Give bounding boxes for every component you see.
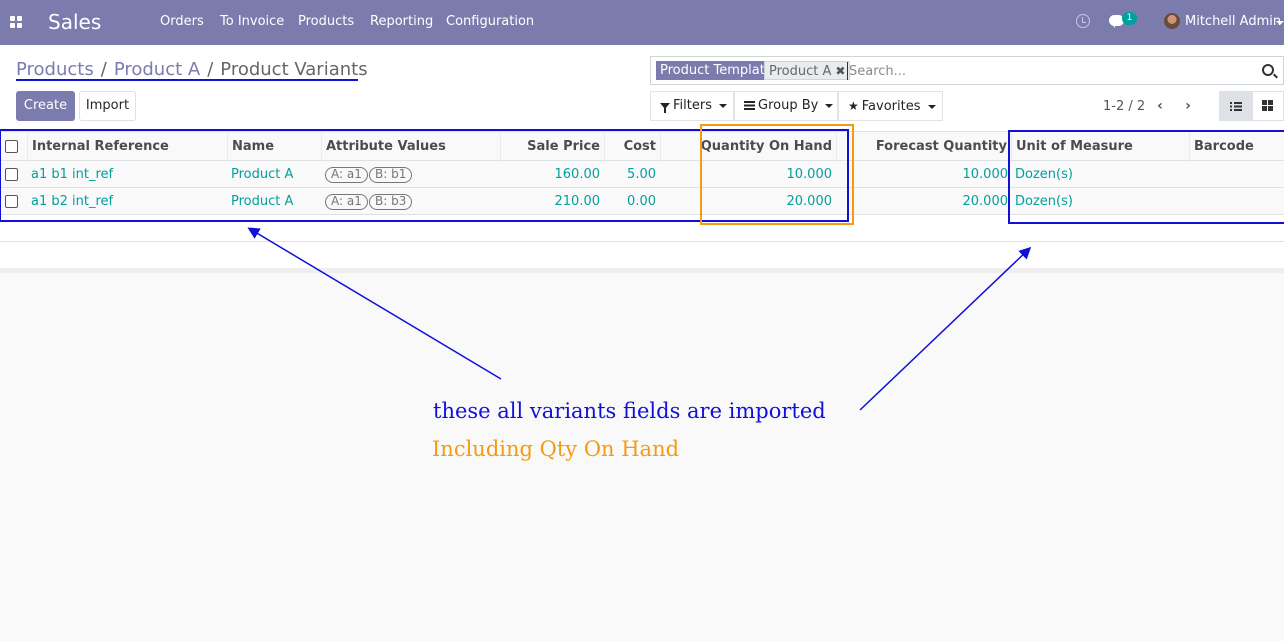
right-arrow-annotation [859, 246, 1032, 411]
annotation-overlay [0, 79, 1284, 411]
uom-barcode-box-annotation [1008, 130, 1284, 224]
imported-fields-box-annotation [0, 129, 849, 222]
qty-on-hand-box-annotation [700, 124, 854, 225]
annotation-qty-on-hand-text: Including Qty On Hand [432, 437, 680, 461]
left-arrow-annotation [247, 227, 502, 380]
annotation-imported-fields-text: these all variants fields are imported [433, 399, 826, 423]
